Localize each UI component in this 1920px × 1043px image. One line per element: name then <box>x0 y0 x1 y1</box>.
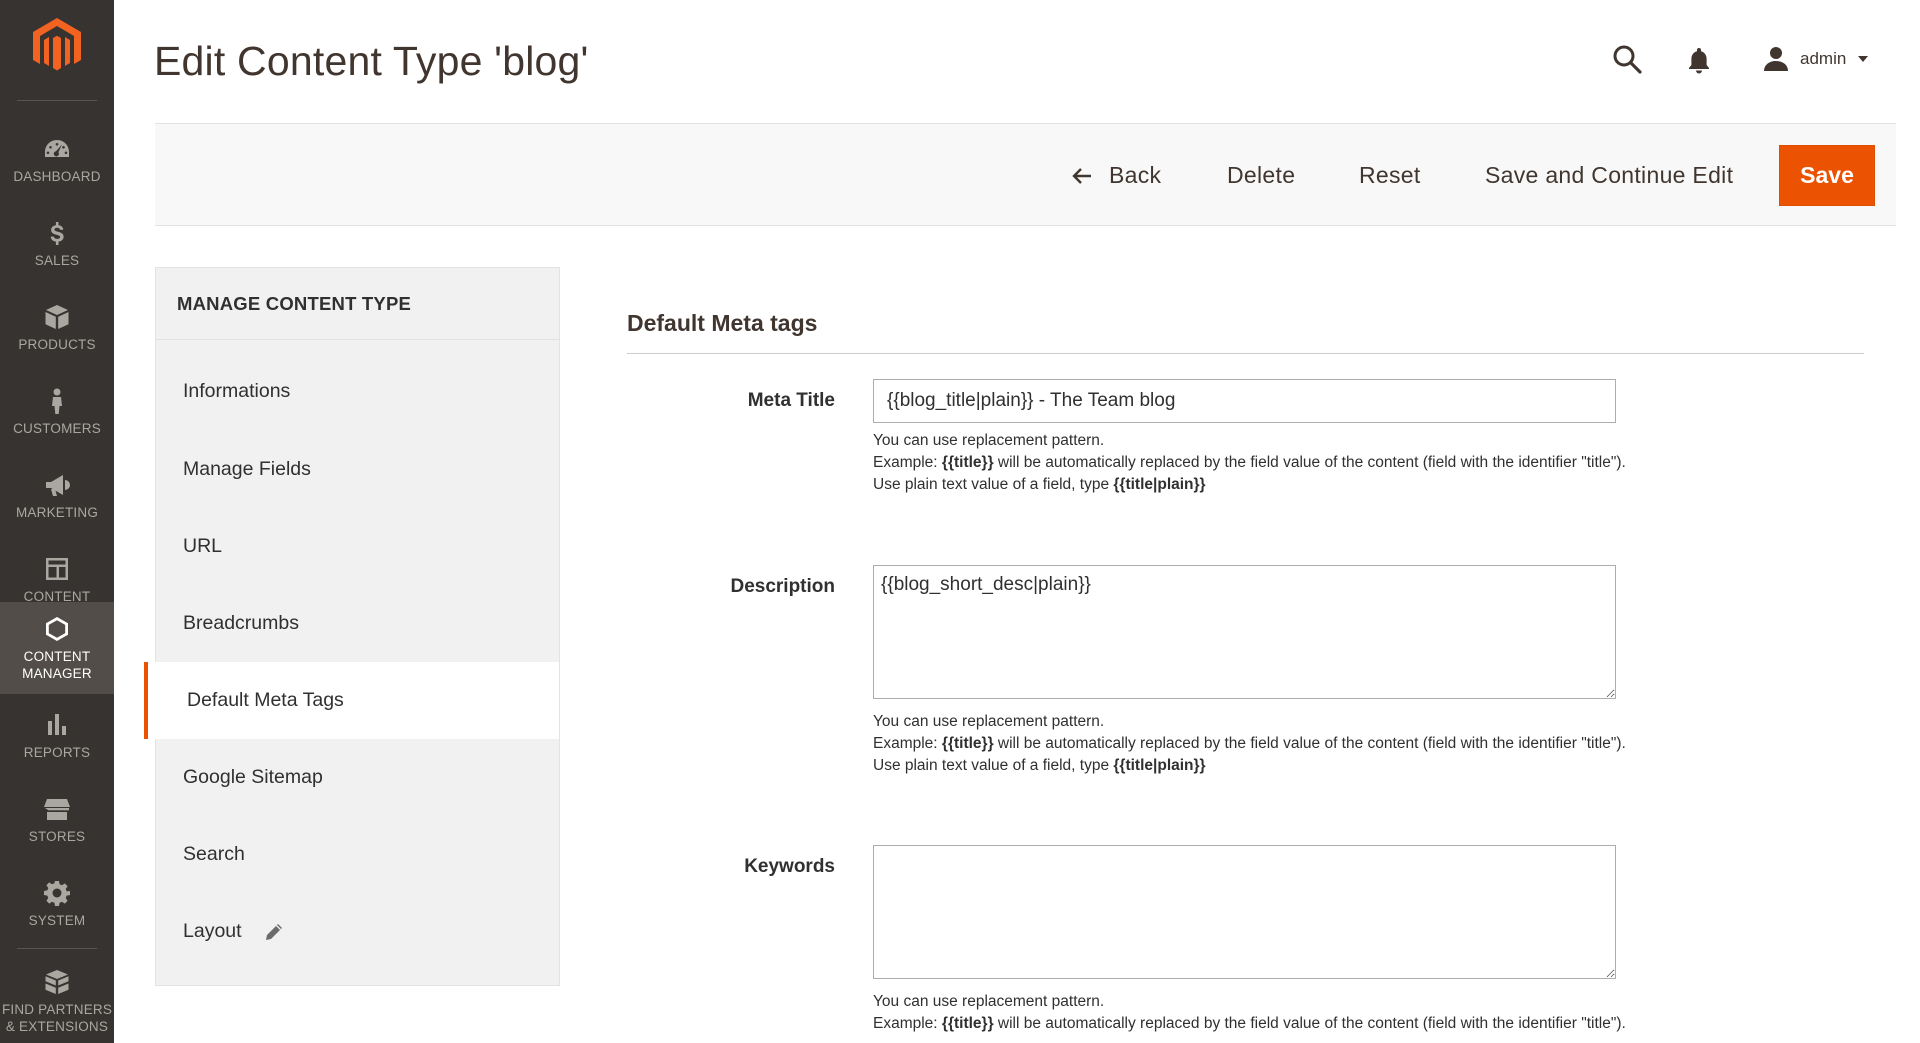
page-actions-toolbar: Back Delete Reset Save and Continue Edit… <box>155 123 1896 226</box>
pencil-icon <box>265 923 282 940</box>
save-button[interactable]: Save <box>1779 145 1875 206</box>
sidebar-item-dashboard[interactable]: DASHBOARD <box>0 118 114 202</box>
sidebar-item-label: PRODUCTS <box>18 337 96 352</box>
note-example: Example: {{title}} will be automatically… <box>873 735 1626 752</box>
note-line: You can use replacement pattern. <box>873 993 1105 1010</box>
box-stack-icon <box>41 968 73 996</box>
tab-google-sitemap[interactable]: Google Sitemap <box>156 739 559 816</box>
meta-title-label: Meta Title <box>747 390 835 411</box>
keywords-label: Keywords <box>744 856 835 877</box>
sidebar-item-stores[interactable]: STORES <box>0 778 114 862</box>
sidebar-divider <box>17 948 97 949</box>
sidebar-item-label: CONTENT MANAGER <box>22 648 92 681</box>
layout-icon <box>41 555 73 583</box>
section-divider <box>627 353 1864 354</box>
page-title: Edit Content Type 'blog' <box>154 38 589 84</box>
description-label: Description <box>730 576 835 597</box>
sidebar-item-label: DASHBOARD <box>13 169 101 184</box>
dashboard-icon <box>41 135 73 163</box>
meta-title-note: You can use replacement pattern. Example… <box>873 430 1633 496</box>
tab-url[interactable]: URL <box>156 508 559 585</box>
sidebar-item-label: MARKETING <box>15 505 99 520</box>
user-icon <box>1764 47 1788 71</box>
tab-informations[interactable]: Informations <box>156 353 559 430</box>
sidebar-item-reports[interactable]: REPORTS <box>0 694 114 778</box>
note-example: Example: {{title}} will be automatically… <box>873 454 1626 471</box>
user-name: admin <box>1800 49 1847 68</box>
note-plain: Use plain text value of a field, type {{… <box>873 476 1206 493</box>
note-line: You can use replacement pattern. <box>873 713 1105 730</box>
note-plain: Use plain text value of a field, type {{… <box>873 757 1206 774</box>
tab-search[interactable]: Search <box>156 816 559 893</box>
keywords-note: You can use replacement pattern. Example… <box>873 991 1633 1035</box>
note-line: You can use replacement pattern. <box>873 432 1105 449</box>
search-icon[interactable] <box>1612 44 1642 74</box>
description-textarea[interactable]: {{blog_short_desc|plain}} <box>873 565 1616 699</box>
magento-logo[interactable] <box>31 16 83 74</box>
tab-breadcrumbs[interactable]: Breadcrumbs <box>156 585 559 662</box>
note-example: Example: {{title}} will be automatically… <box>873 1015 1626 1032</box>
tab-manage-fields[interactable]: Manage Fields <box>156 431 559 508</box>
save-and-continue-button[interactable]: Save and Continue Edit <box>1485 124 1733 227</box>
tab-label: Layout <box>183 920 242 942</box>
back-button[interactable]: Back <box>1072 124 1161 227</box>
sidebar-item-label: REPORTS <box>23 745 91 760</box>
tabs-title: MANAGE CONTENT TYPE <box>156 268 559 340</box>
store-icon <box>41 795 73 823</box>
bar-chart-icon <box>41 711 73 739</box>
reset-button[interactable]: Reset <box>1359 124 1421 227</box>
bell-icon[interactable] <box>1686 46 1712 74</box>
tab-layout[interactable]: Layout <box>156 893 559 970</box>
sidebar-item-marketing[interactable]: MARKETING <box>0 454 114 538</box>
hexagon-icon <box>41 615 73 643</box>
back-label: Back <box>1109 162 1162 188</box>
section-title: Default Meta tags <box>627 310 818 336</box>
gear-icon <box>41 879 73 907</box>
user-menu[interactable]: admin <box>1762 44 1869 74</box>
admin-sidebar: DASHBOARD SALES PRODUCTS CUSTOMERS MARKE… <box>0 0 114 1043</box>
box-icon <box>41 303 73 331</box>
delete-button[interactable]: Delete <box>1227 124 1295 227</box>
sidebar-item-products[interactable]: PRODUCTS <box>0 286 114 370</box>
sidebar-item-content-manager[interactable]: CONTENT MANAGER <box>0 602 114 694</box>
content-type-tabs: MANAGE CONTENT TYPE Informations Manage … <box>144 267 560 986</box>
sidebar-item-label: SALES <box>34 253 80 268</box>
sidebar-item-system[interactable]: SYSTEM <box>0 862 114 946</box>
megaphone-icon <box>41 471 73 499</box>
sidebar-item-label: STORES <box>28 829 86 844</box>
sidebar-item-label: SYSTEM <box>28 913 86 928</box>
dollar-icon <box>41 219 73 247</box>
sidebar-item-label: CUSTOMERS <box>13 421 101 436</box>
person-icon <box>41 387 73 415</box>
sidebar-item-find-partners[interactable]: FIND PARTNERS & EXTENSIONS <box>0 955 114 1043</box>
sidebar-item-customers[interactable]: CUSTOMERS <box>0 370 114 454</box>
sidebar-divider <box>17 100 97 101</box>
arrow-left-icon <box>1072 167 1091 184</box>
keywords-textarea[interactable] <box>873 845 1616 979</box>
tab-default-meta-tags[interactable]: Default Meta Tags <box>144 662 559 739</box>
sidebar-item-label: FIND PARTNERS & EXTENSIONS <box>1 1001 113 1034</box>
meta-title-input[interactable] <box>873 379 1616 423</box>
sidebar-item-sales[interactable]: SALES <box>0 202 114 286</box>
chevron-down-icon <box>1858 56 1869 62</box>
description-note: You can use replacement pattern. Example… <box>873 711 1633 777</box>
